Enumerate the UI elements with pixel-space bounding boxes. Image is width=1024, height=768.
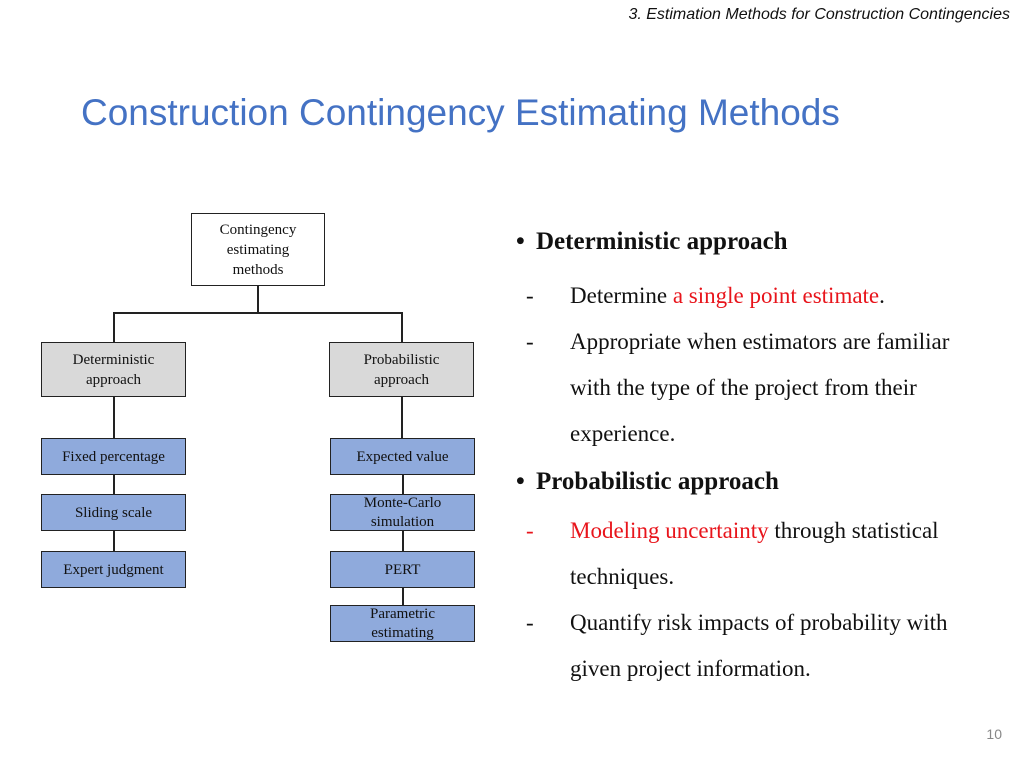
connector (113, 475, 115, 494)
probabilistic-node: Probabilistic approach (329, 342, 474, 397)
dash-icon: - (526, 610, 534, 635)
method-pert: PERT (330, 551, 475, 588)
dash-icon: - (526, 518, 534, 543)
connector (402, 531, 404, 551)
dash-icon: - (526, 329, 534, 354)
method-fixed-percentage: Fixed percentage (41, 438, 186, 475)
connector (113, 397, 115, 438)
connector (113, 531, 115, 551)
connector (113, 312, 402, 314)
bullet-heading-deterministic: • Deterministic approach (516, 228, 788, 255)
connector (401, 397, 403, 438)
root-node: Contingency estimating methods (191, 213, 325, 286)
deterministic-node: Deterministic approach (41, 342, 186, 397)
page-number: 10 (986, 726, 1002, 742)
section-header: 3. Estimation Methods for Construction C… (628, 6, 1010, 23)
connector (402, 588, 404, 605)
highlight-text: Modeling uncertainty (570, 518, 769, 543)
slide-title: Construction Contingency Estimating Meth… (81, 92, 840, 133)
connector (257, 286, 259, 313)
connector (402, 475, 404, 494)
bullet-icon: • (516, 228, 525, 255)
bullet-icon: • (516, 468, 525, 495)
dash-icon: - (526, 283, 534, 308)
method-expected-value: Expected value (330, 438, 475, 475)
connector (113, 312, 115, 342)
bullet-heading-probabilistic: • Probabilistic approach (516, 468, 779, 495)
connector (401, 312, 403, 342)
method-monte-carlo: Monte-Carlo simulation (330, 494, 475, 531)
method-expert-judgment: Expert judgment (41, 551, 186, 588)
method-sliding-scale: Sliding scale (41, 494, 186, 531)
method-parametric-estimating: Parametric estimating (330, 605, 475, 642)
highlight-text: a single point estimate (672, 283, 880, 308)
